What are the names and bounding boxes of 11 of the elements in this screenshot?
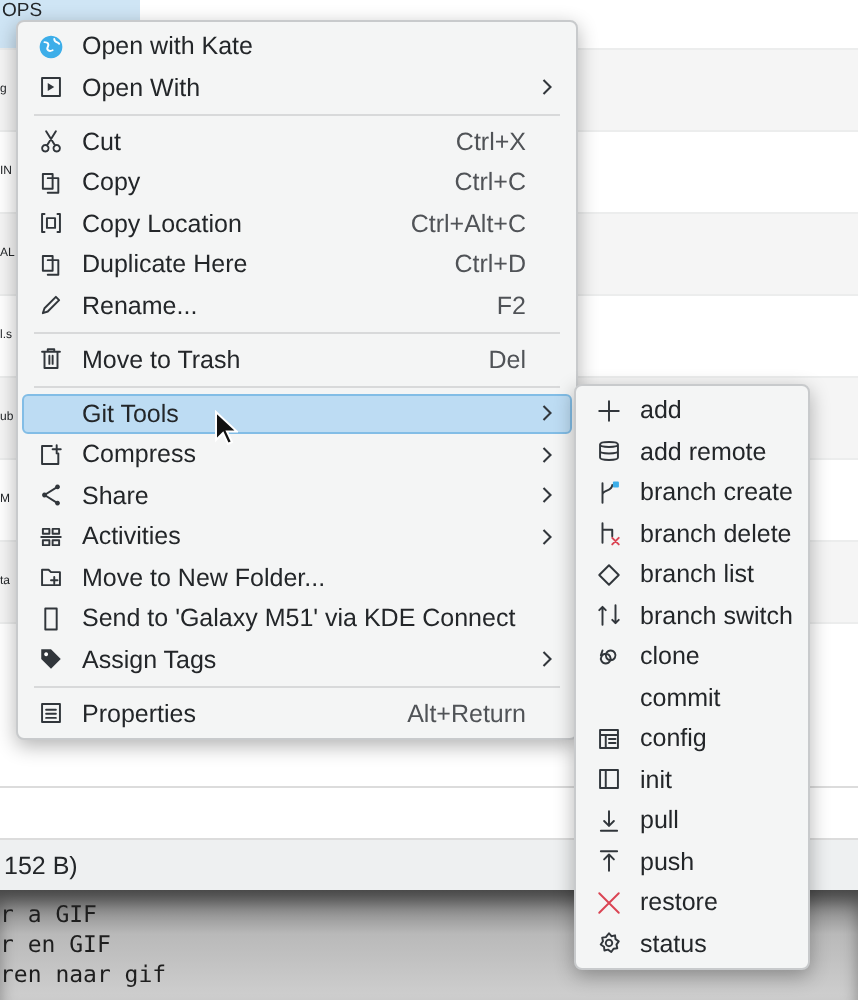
shortcut-text: Ctrl+C [454,168,526,197]
terminal-line: ren naar gif [0,960,167,990]
shortcut-text: F2 [496,291,526,320]
terminal-line: r en GIF [0,930,111,960]
shortcut-text: Ctrl+D [454,250,526,279]
shortcut-text: Del [488,345,526,374]
shortcut-text: Ctrl+Alt+C [410,209,526,238]
shortcut-text: Ctrl+X [455,127,526,156]
status-text: 152 B) [4,851,78,879]
shortcut-text: Alt+Return [407,699,526,728]
terminal-line: r a GIF [0,900,97,930]
